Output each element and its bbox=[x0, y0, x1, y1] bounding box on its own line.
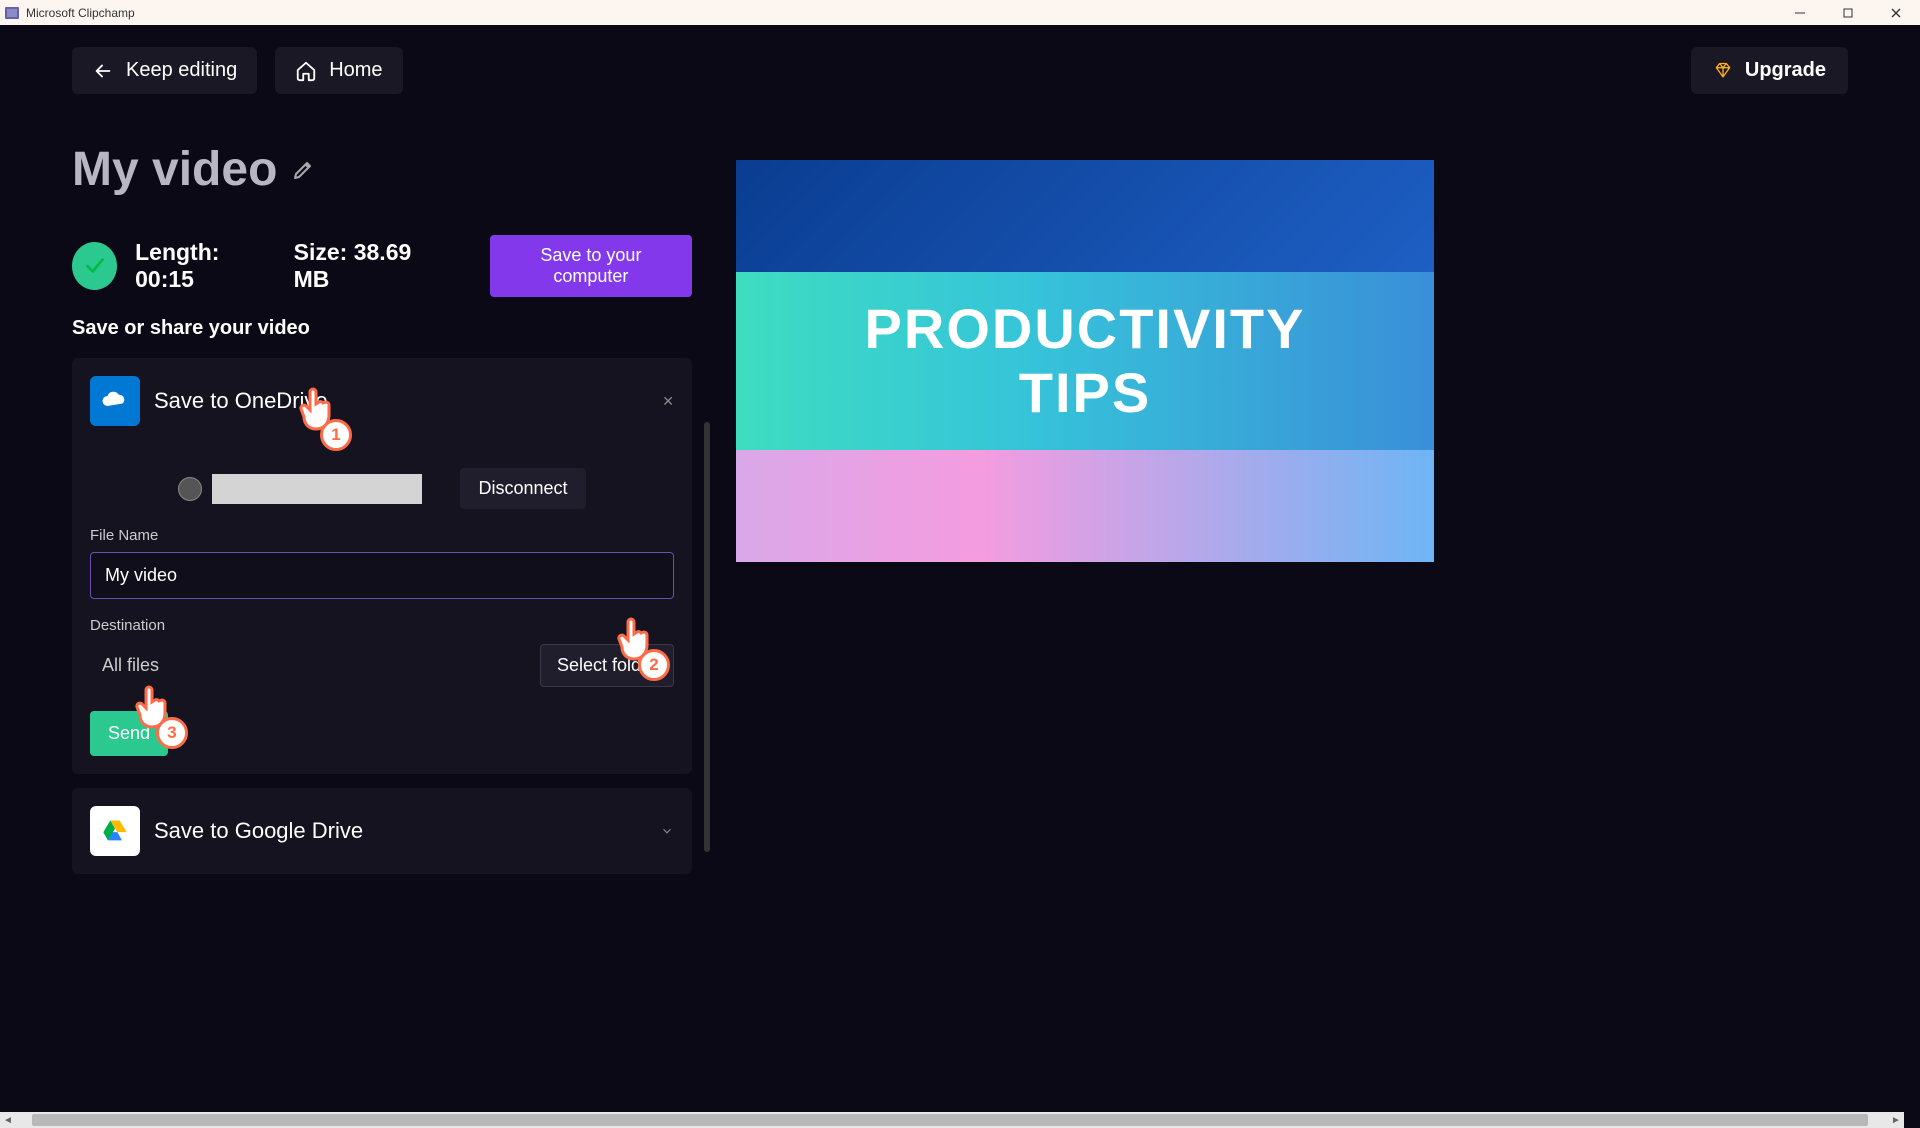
upgrade-label: Upgrade bbox=[1745, 59, 1826, 82]
account-row: Disconnect bbox=[90, 468, 674, 509]
app-body: Keep editing Home Upgrade My video Lengt… bbox=[0, 25, 1920, 1128]
size-label: Size: 38.69 MB bbox=[294, 239, 444, 293]
clipchamp-app-icon bbox=[4, 5, 20, 21]
window-close-button[interactable] bbox=[1884, 1, 1908, 25]
right-column: PRODUCTIVITY TIPS bbox=[736, 142, 1920, 888]
select-folder-button[interactable]: Select folder bbox=[540, 644, 674, 687]
titlebar: Microsoft Clipchamp bbox=[0, 0, 1920, 25]
preview-band-top bbox=[736, 160, 1434, 272]
onedrive-title: Save to OneDrive bbox=[154, 388, 648, 414]
avatar bbox=[178, 477, 202, 501]
top-bar: Keep editing Home Upgrade bbox=[0, 25, 1920, 94]
home-icon bbox=[295, 60, 317, 82]
diamond-icon bbox=[1713, 61, 1733, 81]
keep-editing-button[interactable]: Keep editing bbox=[72, 47, 257, 94]
google-drive-icon bbox=[90, 806, 140, 856]
arrow-left-icon bbox=[92, 60, 114, 82]
onedrive-panel: Save to OneDrive ✕ 1 Disconnect File Nam… bbox=[72, 358, 692, 774]
onedrive-header[interactable]: Save to OneDrive ✕ bbox=[90, 376, 674, 426]
save-to-computer-button[interactable]: Save to your computer bbox=[490, 235, 692, 297]
titlebar-app-name: Microsoft Clipchamp bbox=[26, 6, 1788, 20]
video-title-row: My video bbox=[72, 142, 692, 197]
destination-group: Destination All files Select folder 2 bbox=[90, 617, 674, 687]
window-maximize-button[interactable] bbox=[1836, 1, 1860, 25]
send-button[interactable]: Send bbox=[90, 711, 168, 756]
pencil-icon[interactable] bbox=[291, 158, 315, 182]
hscroll-thumb[interactable] bbox=[32, 1114, 1868, 1126]
preview-band-bottom bbox=[736, 450, 1434, 562]
file-name-input[interactable] bbox=[90, 552, 674, 599]
file-name-group: File Name bbox=[90, 527, 674, 599]
file-name-label: File Name bbox=[90, 527, 674, 544]
destination-label: Destination bbox=[90, 617, 674, 634]
onedrive-icon bbox=[90, 376, 140, 426]
chevron-down-icon bbox=[660, 824, 674, 838]
window-minimize-button[interactable] bbox=[1788, 1, 1812, 25]
hscroll-left-arrow[interactable]: ◄ bbox=[0, 1112, 16, 1128]
length-label: Length: 00:15 bbox=[135, 239, 276, 293]
status-success-icon bbox=[72, 242, 117, 290]
disconnect-button[interactable]: Disconnect bbox=[460, 468, 585, 509]
main-scroll[interactable]: Keep editing Home Upgrade My video Lengt… bbox=[0, 25, 1920, 1128]
account-email-redacted bbox=[212, 474, 422, 504]
video-title: My video bbox=[72, 142, 277, 197]
preview-caption: PRODUCTIVITY TIPS bbox=[865, 297, 1306, 426]
horizontal-scrollbar[interactable]: ◄ ► bbox=[0, 1112, 1904, 1128]
hscroll-right-arrow[interactable]: ► bbox=[1888, 1112, 1904, 1128]
main-area: My video Length: 00:15 Size: 38.69 MB Sa… bbox=[0, 94, 1920, 888]
gdrive-title: Save to Google Drive bbox=[154, 818, 646, 844]
video-preview: PRODUCTIVITY TIPS bbox=[736, 160, 1434, 562]
gdrive-panel[interactable]: Save to Google Drive bbox=[72, 788, 692, 874]
upgrade-button[interactable]: Upgrade bbox=[1691, 47, 1848, 94]
preview-band-mid: PRODUCTIVITY TIPS bbox=[736, 272, 1434, 450]
home-button[interactable]: Home bbox=[275, 47, 402, 94]
left-column: My video Length: 00:15 Size: 38.69 MB Sa… bbox=[72, 142, 692, 888]
status-row: Length: 00:15 Size: 38.69 MB Save to you… bbox=[72, 235, 692, 297]
keep-editing-label: Keep editing bbox=[126, 59, 237, 82]
home-label: Home bbox=[329, 59, 382, 82]
panel-scrollbar[interactable] bbox=[704, 422, 710, 852]
share-heading: Save or share your video bbox=[72, 317, 692, 340]
close-icon[interactable]: ✕ bbox=[662, 393, 674, 410]
destination-value: All files bbox=[90, 655, 526, 676]
